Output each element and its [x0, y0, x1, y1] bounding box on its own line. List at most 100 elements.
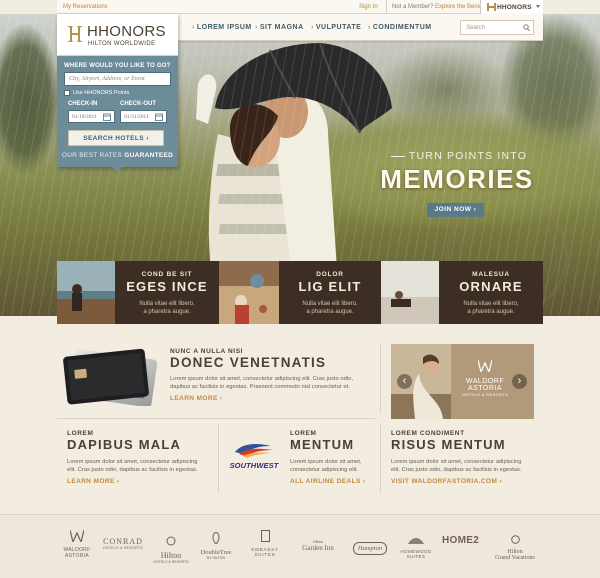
hero-copy: TURN POINTS INTO MEMORIES	[372, 150, 542, 195]
checkin-label: CHECK-IN	[68, 101, 98, 107]
southwest-logo[interactable]: SOUTHWEST	[228, 442, 280, 470]
chevron-down-icon	[536, 5, 540, 8]
southwest-heart-icon	[235, 444, 273, 458]
strip-card-desc: Nulla vitae elit libero, a pharetra augue…	[139, 301, 195, 315]
doubletree-icon	[212, 531, 220, 545]
waldorf-monogram-icon	[477, 359, 493, 374]
use-points-label: Use HHONORS Points	[73, 90, 130, 96]
not-member-text: Not a Member? Explore the Benefits	[392, 4, 489, 10]
strip-photo-1[interactable]	[57, 261, 115, 324]
my-reservations-link[interactable]: My Reservations	[63, 4, 108, 10]
feature-strip: COND BE SIT EGES INCE Nulla vitae elit l…	[57, 261, 543, 324]
strip-photo-3[interactable]	[381, 261, 439, 324]
booking-form: WHERE WOULD YOU LIKE TO GO? City, Airpor…	[57, 56, 178, 167]
hhonors-logo-icon	[67, 26, 83, 42]
logo-subtitle: HILTON WORLDWIDE	[88, 41, 156, 47]
use-points-checkbox[interactable]	[64, 90, 70, 96]
waldorf-logo-overlay: WALDORF ASTORIA HOTELS & RESORTS	[455, 359, 515, 397]
strip-card-3[interactable]: MALESUA ORNARE Nulla vitae elit libero, a…	[439, 261, 543, 324]
column-kicker: LOREM	[67, 430, 94, 437]
nav-item-lorem-ipsum[interactable]: › LOREM IPSUM	[192, 24, 252, 31]
column-title: RISUS MENTUM	[391, 437, 506, 452]
column-kicker: LOREM CONDIMENT	[391, 430, 465, 437]
checkout-date-field[interactable]: 01/31/2011	[120, 110, 167, 123]
checkin-date-field[interactable]: 01/19/2011	[68, 110, 115, 123]
brand-portfolio-bar: WALDORF ASTORIA CONRAD HOTELS & RESORTS …	[0, 514, 600, 578]
main-navigation: › LOREM IPSUM › SIT MAGNA › VULPUTATE › COND…	[178, 14, 543, 41]
nav-item-vulputate[interactable]: › VULPUTATE	[311, 24, 361, 31]
strip-card-desc: Nulla vitae elit libero, a pharetra augue…	[302, 301, 358, 315]
brand-logo-waldorf[interactable]: WALDORF ASTORIA	[60, 529, 94, 559]
brand-logo-doubletree[interactable]: DoubleTree BY HILTON	[196, 531, 236, 560]
checkin-date-value: 01/19/2011	[72, 114, 97, 120]
join-now-button[interactable]: JOIN NOW ›	[427, 203, 484, 217]
airline-deals-link[interactable]: ALL AIRLINE DEALS ›	[290, 478, 390, 485]
best-rates-guarantee[interactable]: OUR BEST RATES GUARANTEED	[57, 152, 178, 159]
brand-logo-hilton-garden-inn[interactable]: Hilton Garden Inn	[294, 539, 342, 552]
nav-item-condimentum[interactable]: › CONDIMENTUM	[368, 24, 432, 31]
column-mentum: LOREM MENTUM Lorem ipsum dolor sit amet,…	[290, 430, 390, 485]
strip-card-kicker: COND BE SIT	[141, 271, 193, 278]
booking-panel-tab	[112, 167, 122, 172]
hhonors-mini-logo-icon	[487, 3, 496, 11]
feature-block: NUNC A NULLA NISI DONEC VENETNATIS Lorem…	[170, 348, 375, 402]
brand-logo-conrad[interactable]: CONRAD HOTELS & RESORTS	[100, 537, 146, 550]
calendar-icon[interactable]	[103, 113, 111, 121]
search-hotels-button[interactable]: SEARCH HOTELS ›	[68, 130, 164, 146]
brand-logo-embassy[interactable]: EMBASSY SUITES	[246, 529, 284, 557]
destination-placeholder: City, Airport, Address, or Event	[69, 76, 145, 82]
brand-logo-hampton[interactable]: Hampton	[350, 537, 390, 555]
content-area: NUNC A NULLA NISI DONEC VENETNATIS Lorem…	[57, 324, 543, 514]
strip-card-2[interactable]: DOLOR LIG ELIT Nulla vitae elit libero, a…	[279, 261, 381, 324]
search-input[interactable]: Search	[460, 20, 534, 35]
brand-switcher[interactable]: HHONORS	[480, 0, 543, 14]
column-learn-more-link[interactable]: LEARN MORE ›	[67, 478, 207, 485]
destination-input[interactable]: City, Airport, Address, or Event	[64, 72, 171, 86]
column-kicker: LOREM	[290, 430, 317, 437]
utility-divider	[386, 0, 387, 14]
brand-logo-hilton-grand-vacations[interactable]: Hilton Grand Vacations	[488, 531, 542, 561]
checkout-date-value: 01/31/2011	[124, 114, 149, 120]
column-divider	[218, 424, 219, 492]
hotel-booking-panel: HHONORS HILTON WORLDWIDE WHERE WOULD YOU…	[57, 14, 178, 172]
feature-title: DONEC VENETNATIS	[170, 355, 327, 370]
brand-logo-homewood[interactable]: HOMEWOOD SUITES	[396, 531, 436, 559]
waldorf-name: WALDORF	[465, 378, 505, 385]
waldorf-link[interactable]: VISIT WALDORFASTORIA.COM ›	[391, 478, 539, 485]
column-title: MENTUM	[290, 437, 355, 452]
embassy-e-icon	[260, 530, 270, 542]
hhonors-logo[interactable]: HHONORS HILTON WORLDWIDE	[57, 14, 178, 56]
hero-tagline: TURN POINTS INTO	[372, 150, 542, 162]
search-icon[interactable]	[523, 24, 530, 32]
strip-photo-2[interactable]	[219, 261, 279, 324]
nav-item-sit-magna[interactable]: › SIT MAGNA	[255, 24, 304, 31]
strip-card-title: EGES INCE	[126, 279, 208, 294]
hhonors-credit-card-image	[63, 348, 158, 406]
logo-wordmark: HHONORS	[87, 23, 166, 40]
destination-question: WHERE WOULD YOU LIKE TO GO?	[64, 63, 171, 69]
utility-bar: My Reservations Sign In Not a Member? Ex…	[57, 0, 543, 14]
strip-card-desc: Nulla vitae elit libero, a pharetra augue…	[463, 301, 519, 315]
strip-card-kicker: DOLOR	[316, 271, 344, 278]
hilton-globe-icon	[166, 536, 176, 546]
calendar-icon[interactable]	[155, 113, 163, 121]
brand-logo-hilton[interactable]: Hilton HOTELS & RESORTS	[152, 533, 190, 564]
checkout-label: CHECK-OUT	[120, 101, 156, 107]
carousel-next-arrow-icon[interactable]: ›	[512, 374, 527, 389]
column-body: Lorem ipsum dolor sit amet, consectetur a…	[290, 459, 362, 473]
sign-in-link[interactable]: Sign In	[359, 4, 378, 10]
brand-logo-home2[interactable]: HOME2	[442, 535, 479, 546]
content-divider	[57, 418, 375, 419]
strip-card-title: ORNARE	[459, 279, 523, 294]
hero-headline: MEMORIES	[380, 164, 534, 194]
carousel-prev-arrow-icon[interactable]: ‹	[397, 374, 412, 389]
waldorf-sub: HOTELS & RESORTS	[461, 392, 509, 397]
strip-card-title: LIG ELIT	[298, 279, 362, 294]
strip-card-1[interactable]: COND BE SIT EGES INCE Nulla vitae elit l…	[115, 261, 219, 324]
astoria-name: ASTORIA	[467, 385, 503, 392]
feature-kicker: NUNC A NULLA NISI	[170, 348, 244, 355]
feature-learn-more-link[interactable]: LEARN MORE ›	[170, 395, 375, 402]
hgv-globe-icon	[510, 535, 520, 544]
column-risus: LOREM CONDIMENT RISUS MENTUM Lorem ipsum…	[391, 430, 539, 485]
column-body: Lorem ipsum dolor sit amet, consectetur …	[391, 459, 522, 473]
